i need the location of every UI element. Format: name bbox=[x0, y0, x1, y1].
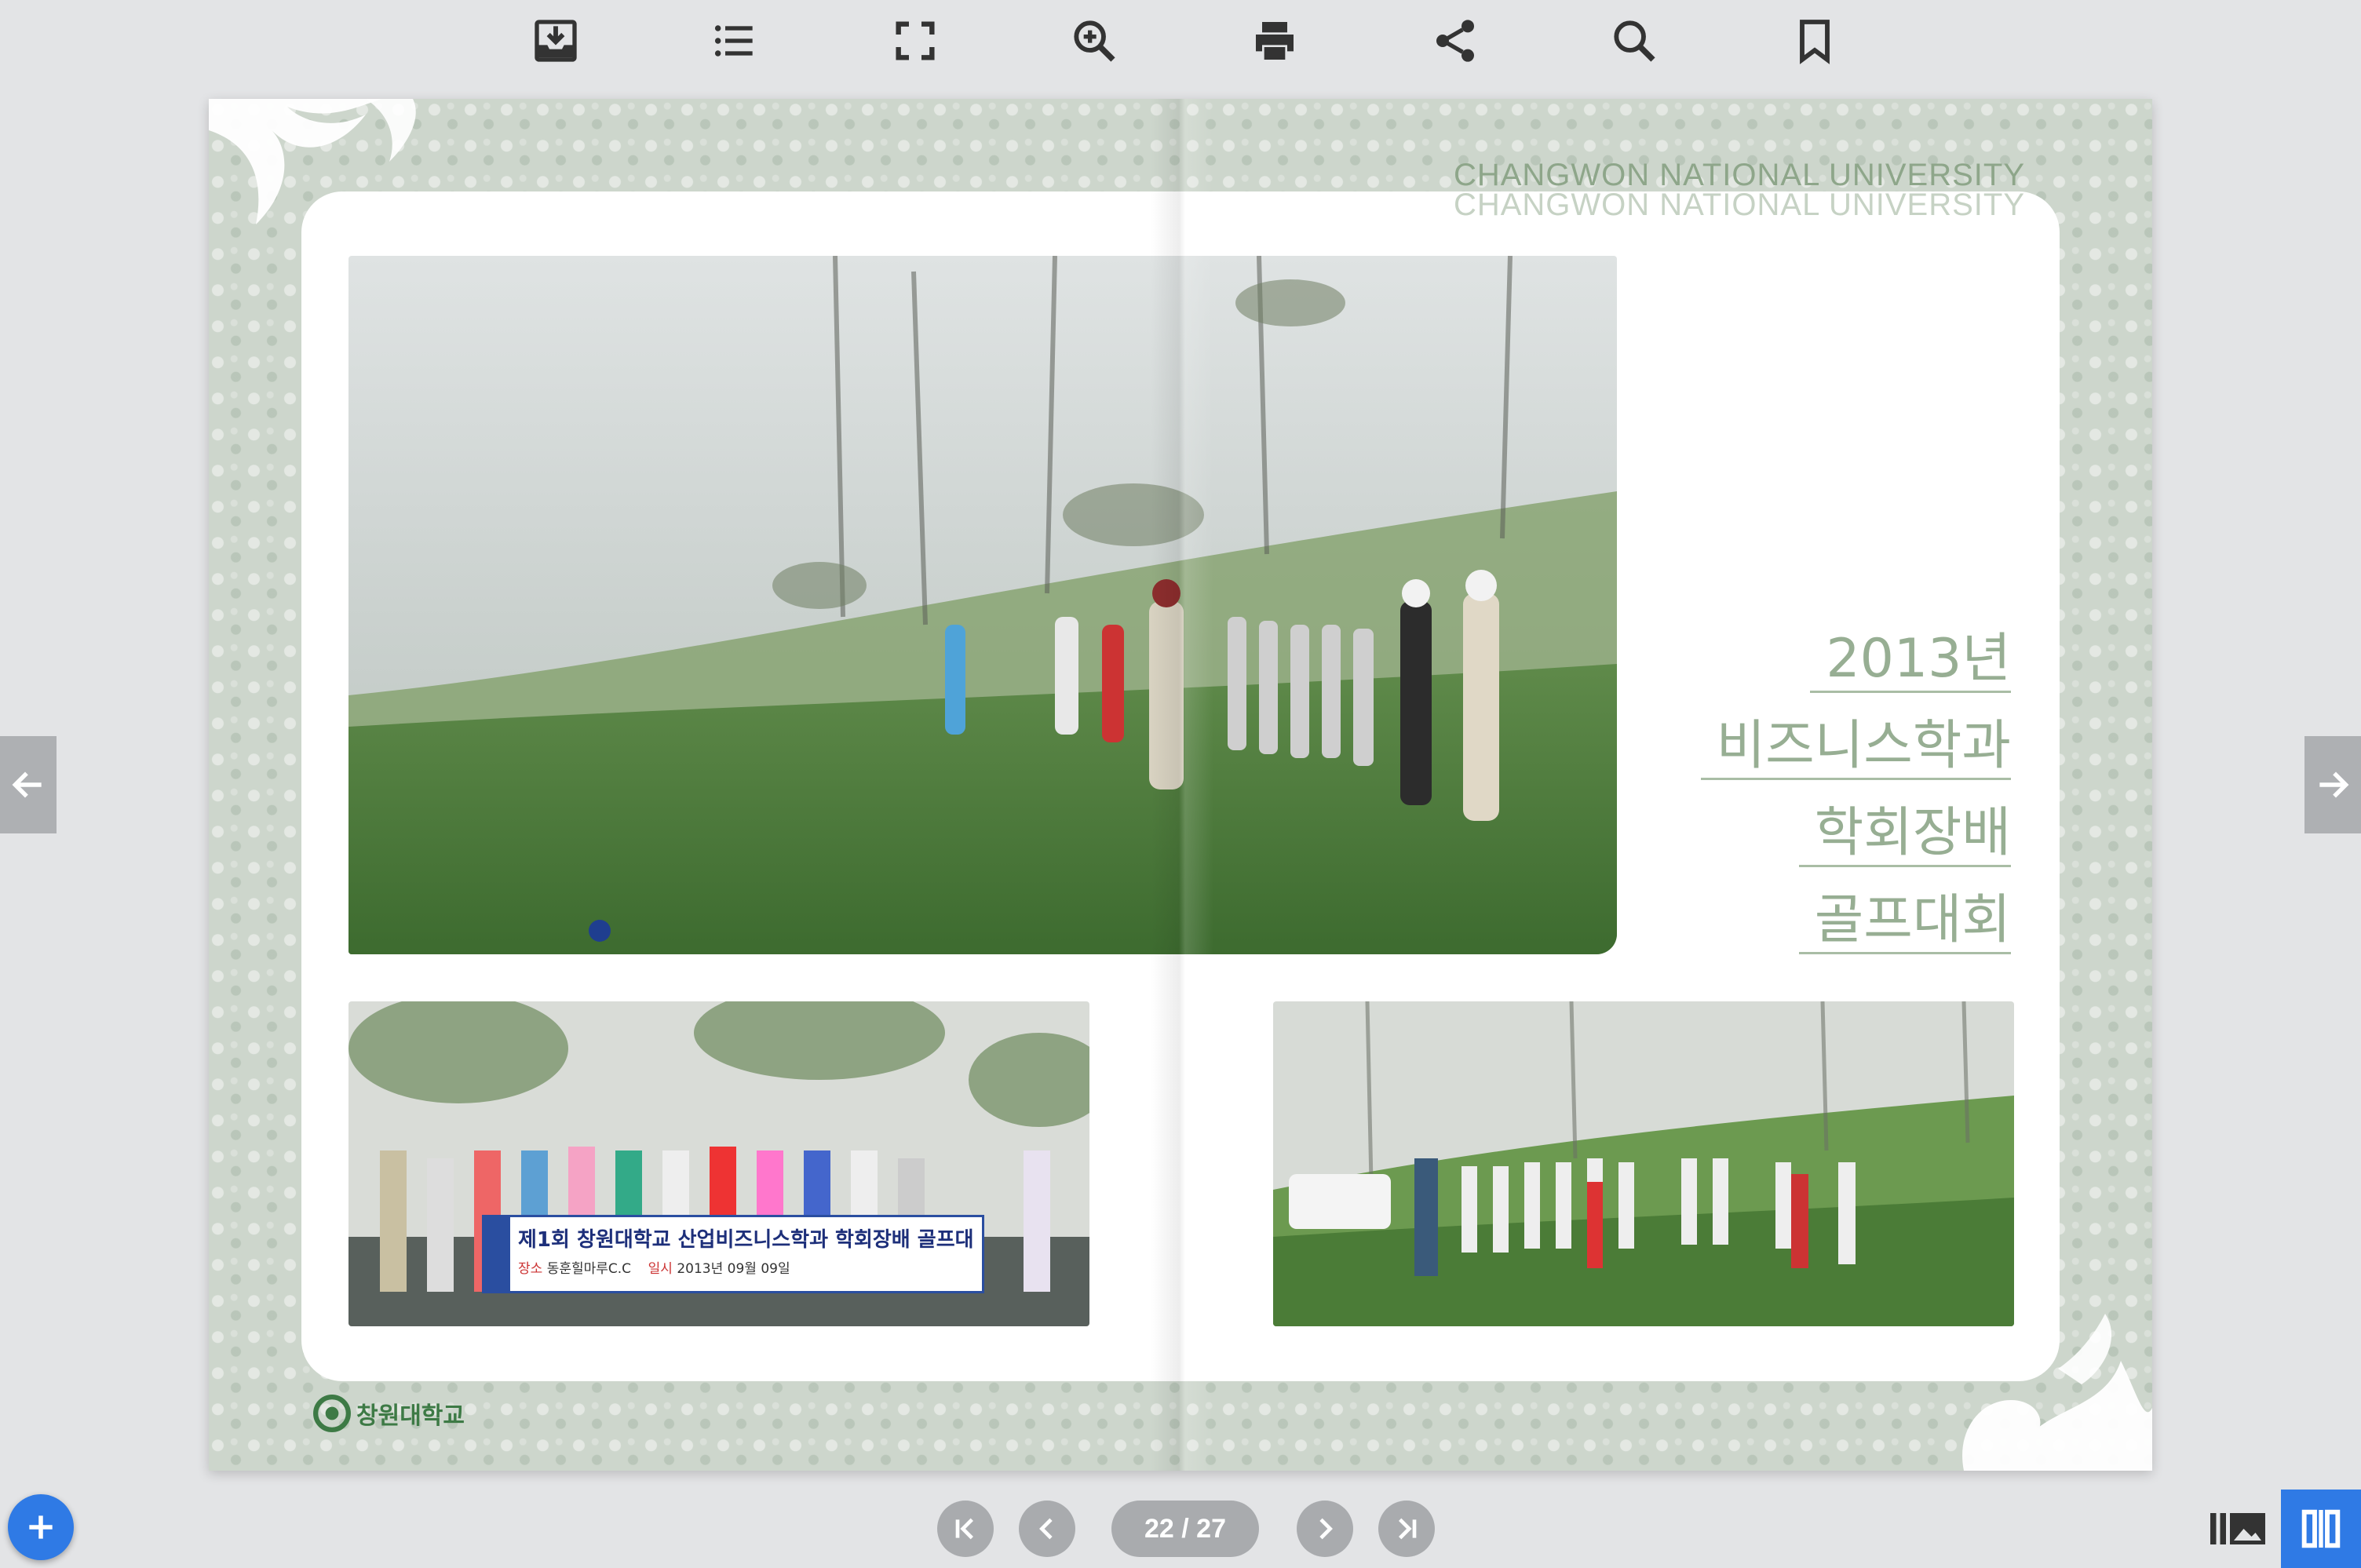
previous-page-button[interactable] bbox=[1019, 1501, 1075, 1557]
search-icon bbox=[1614, 20, 1655, 62]
download-button[interactable] bbox=[524, 9, 587, 72]
brand-name: CHANGWON NATIONAL UNIVERSITY bbox=[1453, 158, 2025, 192]
chevron-right-icon bbox=[1319, 1518, 1333, 1540]
title-line-department: 비즈니스학과 bbox=[1700, 720, 2011, 780]
add-button[interactable] bbox=[8, 1494, 74, 1560]
download-icon bbox=[535, 20, 577, 62]
banner-date: 2013년 09월 09일 bbox=[677, 1261, 790, 1277]
university-emblem-icon bbox=[313, 1395, 351, 1432]
next-page-button[interactable] bbox=[1297, 1501, 1353, 1557]
arrow-right-icon bbox=[2319, 771, 2349, 798]
brand-name-reflection: CHANGWON NATIONAL UNIVERSITY bbox=[1453, 188, 2025, 222]
title-line-cup: 학회장배 bbox=[1798, 807, 2011, 867]
arrow-left-icon bbox=[12, 771, 42, 798]
book-spread[interactable]: CHANGWON NATIONAL UNIVERSITY CHANGWON NA… bbox=[209, 99, 2152, 1471]
banner-place-label: 장소 bbox=[518, 1261, 543, 1277]
last-page-button[interactable] bbox=[1378, 1501, 1435, 1557]
page-indicator[interactable]: 22 / 27 bbox=[1111, 1501, 1259, 1557]
event-title: 2013년 비즈니스학과 학회장배 골프대회 bbox=[1700, 633, 2011, 981]
zoom-in-button[interactable] bbox=[1063, 9, 1126, 72]
plus-icon bbox=[29, 1515, 53, 1539]
title-line-tournament: 골프대회 bbox=[1798, 894, 2011, 954]
first-page-icon bbox=[955, 1518, 973, 1540]
university-logo: 창원대학교 bbox=[312, 1394, 465, 1433]
book-spread-icon bbox=[2301, 1509, 2341, 1548]
search-button[interactable] bbox=[1603, 9, 1666, 72]
double-page-view-button[interactable] bbox=[2281, 1490, 2361, 1568]
table-of-contents-icon bbox=[714, 25, 753, 57]
brand-text: CHANGWON NATIONAL UNIVERSITY CHANGWON NA… bbox=[1453, 158, 2025, 222]
top-toolbar bbox=[0, 0, 2361, 82]
chevron-left-icon bbox=[1039, 1518, 1053, 1540]
university-logo-text: 창원대학교 bbox=[356, 1402, 465, 1430]
bookmark-button[interactable] bbox=[1783, 9, 1846, 72]
bookmark-icon bbox=[1800, 20, 1830, 64]
title-line-year: 2013년 bbox=[1810, 633, 2011, 693]
banner-date-label: 일시 bbox=[648, 1261, 673, 1277]
fullscreen-button[interactable] bbox=[884, 9, 947, 72]
thumbnails-icon bbox=[2210, 1513, 2265, 1544]
event-banner: 제1회 창원대학교 산업비즈니스학과 학회장배 골프대회 장소 동훈힐마루C.C… bbox=[482, 1215, 984, 1293]
first-page-button[interactable] bbox=[937, 1501, 994, 1557]
share-button[interactable] bbox=[1424, 9, 1487, 72]
fullscreen-icon bbox=[896, 21, 935, 60]
decorative-swirl-ornament bbox=[1962, 1314, 2152, 1471]
zoom-in-icon bbox=[1074, 20, 1115, 62]
banner-title: 제1회 창원대학교 산업비즈니스학과 학회장배 골프대회 bbox=[518, 1228, 974, 1252]
photo-group-banner: 제1회 창원대학교 산업비즈니스학과 학회장배 골프대회 장소 동훈힐마루C.C… bbox=[348, 1001, 1089, 1326]
print-button[interactable] bbox=[1243, 9, 1306, 72]
photo-golfers-on-course bbox=[1273, 1001, 2014, 1326]
next-page-arrow[interactable] bbox=[2304, 736, 2361, 833]
previous-page-arrow[interactable] bbox=[0, 736, 57, 833]
print-icon bbox=[1256, 22, 1294, 60]
table-of-contents-button[interactable] bbox=[703, 9, 766, 72]
banner-place: 동훈힐마루C.C bbox=[546, 1261, 632, 1277]
share-icon bbox=[1436, 20, 1474, 62]
thumbnail-view-button[interactable] bbox=[2204, 1490, 2272, 1568]
last-page-icon bbox=[1399, 1518, 1417, 1540]
photo-golfers-teeing-off bbox=[348, 256, 1617, 954]
